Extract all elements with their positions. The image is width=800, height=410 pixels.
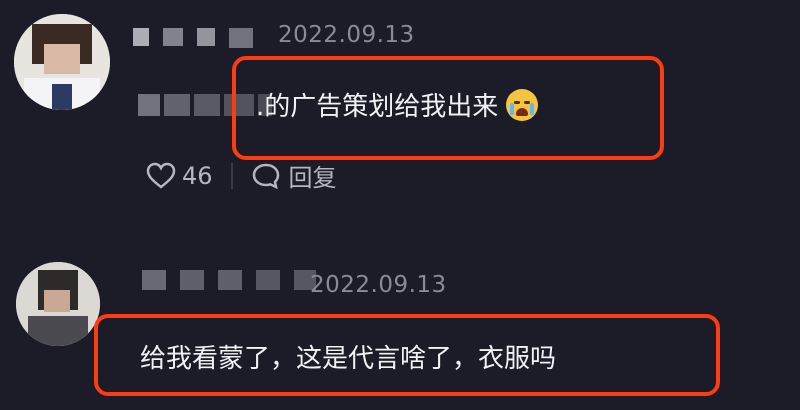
divider bbox=[230, 162, 233, 189]
comment-date: 2022.09.13 bbox=[310, 272, 447, 298]
comment-item: 2022.09.13 .的广告策划给我出来 46 回复 bbox=[0, 0, 800, 230]
loudly-crying-face-emoji-icon bbox=[506, 89, 539, 121]
reply-label: 回复 bbox=[288, 164, 337, 192]
reply-button[interactable]: 回复 bbox=[251, 158, 337, 193]
avatar[interactable] bbox=[16, 262, 100, 346]
username-censored[interactable] bbox=[133, 28, 253, 48]
comment-text-body: 的广告策划给我出来 bbox=[264, 92, 499, 122]
comment-text: 给我看蒙了，这是代言啥了，衣服吗 bbox=[140, 344, 557, 374]
like-button[interactable]: 46 bbox=[146, 162, 213, 190]
heart-icon bbox=[146, 162, 176, 190]
like-count: 46 bbox=[182, 161, 213, 190]
avatar[interactable] bbox=[14, 14, 110, 110]
reply-icon bbox=[251, 162, 281, 190]
comment-text: .的广告策划给我出来 bbox=[256, 86, 539, 123]
comment-actions: 46 回复 bbox=[146, 158, 337, 193]
comment-item: 2022.09.13 给我看蒙了，这是代言啥了，衣服吗 bbox=[0, 250, 800, 410]
comment-date: 2022.09.13 bbox=[278, 22, 415, 48]
username-censored[interactable] bbox=[142, 270, 316, 290]
